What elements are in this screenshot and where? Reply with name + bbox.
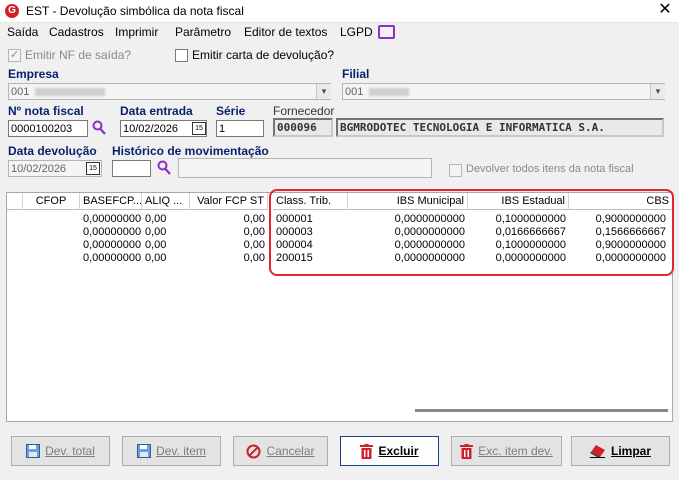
window-title: EST - Devolução simbólica da nota fiscal: [26, 4, 244, 18]
serie-input[interactable]: 1: [216, 120, 264, 137]
data-devolucao-label: Data devolução: [8, 144, 97, 158]
empresa-value: 001: [11, 86, 30, 98]
fornecedor-label: Fornecedor: [273, 104, 335, 118]
cancelar-button[interactable]: Cancelar: [233, 436, 328, 466]
historico-code-input[interactable]: [112, 160, 151, 177]
trash-icon: [460, 443, 474, 459]
dev-total-label: Dev. total: [45, 444, 95, 458]
nota-input[interactable]: 0000100203: [8, 120, 88, 137]
dev-item-button[interactable]: Dev. item: [122, 436, 221, 466]
emitir-nf-checkbox[interactable]: ✓: [8, 49, 21, 62]
chevron-down-icon[interactable]: ▼: [316, 84, 331, 99]
grid-header-valor-fcp-st[interactable]: Valor FCP ST: [190, 193, 268, 210]
menu-imprimir[interactable]: Imprimir: [115, 25, 158, 39]
calendar-icon[interactable]: 15: [86, 162, 100, 175]
menu-saida[interactable]: Saída: [7, 25, 38, 39]
highlight-box: [269, 189, 674, 276]
grid-cell: 0,00: [145, 239, 167, 251]
devolver-todos-label: Devolver todos itens da nota fiscal: [466, 163, 634, 175]
serie-label: Série: [216, 104, 246, 118]
checkmark-icon: ✓: [9, 49, 20, 61]
title-bar: G EST - Devolução simbólica da nota fisc…: [0, 0, 679, 23]
dev-total-button[interactable]: Dev. total: [11, 436, 110, 466]
grid-cell: 0,00: [145, 226, 167, 238]
menu-lgpd[interactable]: LGPD: [340, 25, 373, 39]
empresa-combo[interactable]: 001: [8, 83, 331, 100]
grid-cell: 0,00000000: [83, 226, 142, 238]
grid-header-indicator: [7, 193, 23, 210]
data-entrada-label: Data entrada: [120, 104, 193, 118]
cancelar-label: Cancelar: [266, 444, 315, 458]
grid-cell: 0,00000000: [83, 213, 142, 225]
menu-bar: Saída Cadastros Imprimir Parâmetro Edito…: [0, 23, 679, 43]
devolver-todos-checkbox[interactable]: [449, 164, 462, 177]
horizontal-scrollbar[interactable]: [415, 409, 668, 412]
floppy-disk-icon: [26, 444, 41, 458]
grid-cell: 0,00: [145, 252, 167, 264]
filial-label: Filial: [342, 67, 370, 81]
cancel-icon: [246, 444, 261, 458]
close-button[interactable]: ✕: [656, 1, 674, 19]
exc-item-dev-button[interactable]: Exc. item dev.: [451, 436, 562, 466]
chevron-down-icon[interactable]: ▼: [650, 84, 665, 99]
menu-parametro[interactable]: Parâmetro: [175, 25, 231, 39]
data-devolucao-value: 10/02/2026: [11, 163, 67, 175]
filial-combo[interactable]: 001: [342, 83, 665, 100]
limpar-button[interactable]: Limpar: [571, 436, 670, 466]
search-icon[interactable]: [92, 120, 106, 135]
exc-item-dev-label: Exc. item dev.: [478, 444, 553, 458]
emitir-carta-label: Emitir carta de devolução?: [192, 48, 335, 62]
emitir-nf-label: Emitir NF de saída?: [25, 48, 132, 62]
excluir-button[interactable]: Excluir: [340, 436, 439, 466]
grid-cell: 0,00: [243, 239, 265, 251]
fornecedor-code: 000096: [273, 118, 333, 137]
menu-editor-textos[interactable]: Editor de textos: [244, 25, 327, 39]
grid-header-aliq[interactable]: ALIQ ...: [142, 193, 190, 210]
redacted-text: [35, 88, 106, 97]
historico-label: Histórico de movimentação: [112, 144, 269, 158]
data-entrada-value: 10/02/2026: [123, 123, 179, 135]
excluir-label: Excluir: [378, 444, 419, 458]
grid-cell: 0,00: [243, 226, 265, 238]
emitir-carta-checkbox[interactable]: [175, 49, 188, 62]
calendar-icon[interactable]: 15: [192, 122, 206, 135]
trash-icon: [360, 443, 374, 459]
empresa-label: Empresa: [8, 67, 59, 81]
grid-header-cfop[interactable]: CFOP: [23, 193, 80, 210]
filial-value: 001: [345, 86, 364, 98]
limpar-label: Limpar: [610, 444, 651, 458]
historico-desc: [178, 158, 432, 178]
monitor-icon[interactable]: [378, 25, 395, 39]
redacted-text: [369, 88, 410, 97]
grid-cell: 0,00: [243, 213, 265, 225]
fornecedor-name: BGMRODOTEC TECNOLOGIA E INFORMATICA S.A.: [336, 118, 664, 137]
app-logo-icon: G: [5, 4, 19, 18]
grid-cell: 0,00: [145, 213, 167, 225]
nota-label: Nº nota fiscal: [8, 104, 84, 118]
menu-cadastros[interactable]: Cadastros: [49, 25, 104, 39]
search-icon[interactable]: [157, 160, 171, 175]
grid-cell: 0,00000000: [83, 252, 142, 264]
grid-header-basefcp[interactable]: BASEFCP...: [80, 193, 142, 210]
dev-item-label: Dev. item: [156, 444, 206, 458]
eraser-icon: [589, 445, 605, 458]
grid-cell: 0,00: [243, 252, 265, 264]
grid-cell: 0,00000000: [83, 239, 142, 251]
floppy-disk-icon: [137, 444, 152, 458]
